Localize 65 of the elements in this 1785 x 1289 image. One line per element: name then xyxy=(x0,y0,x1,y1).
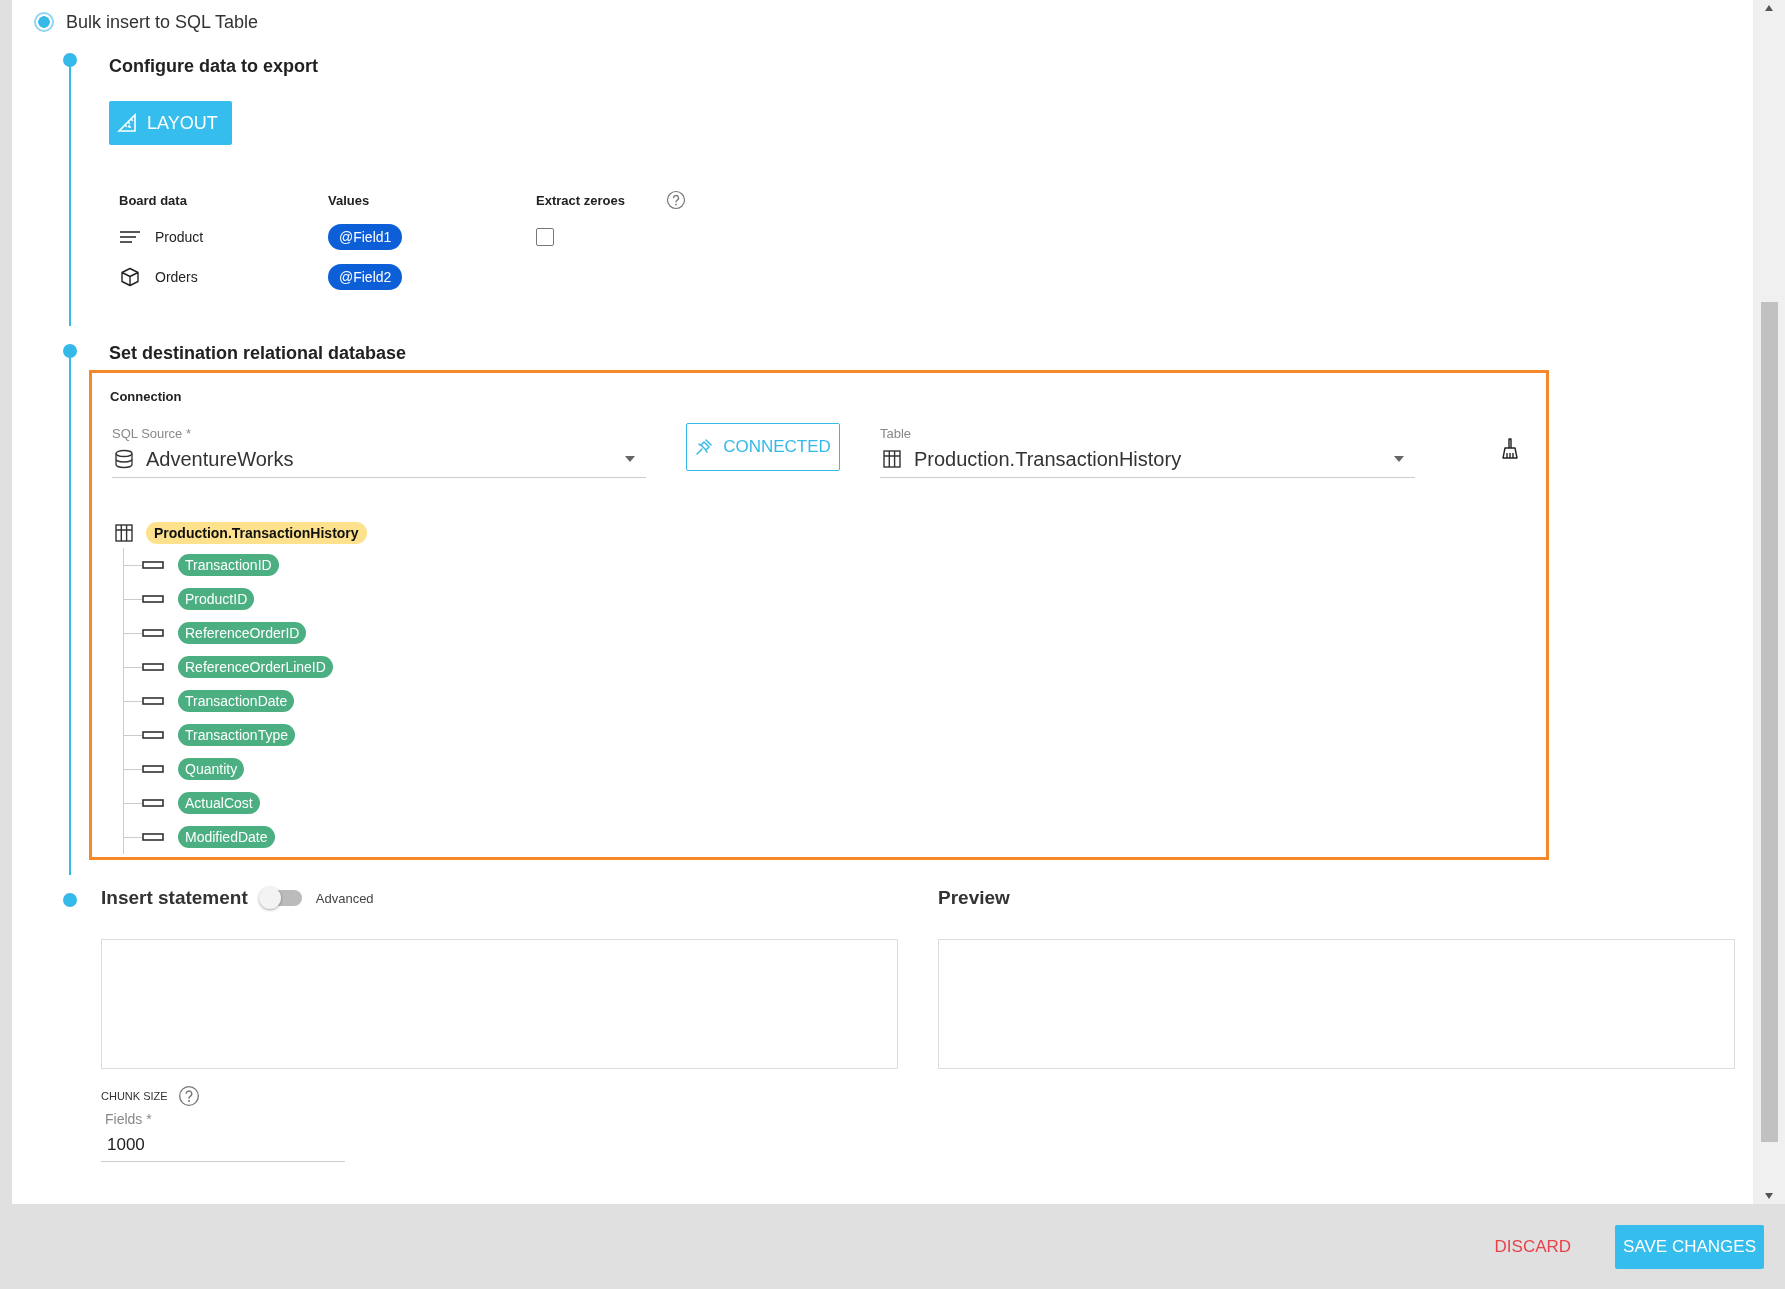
column-tag[interactable]: ProductID xyxy=(178,588,255,610)
sql-source-dropdown[interactable]: AdventureWorks xyxy=(112,441,646,478)
field-label: Fields * xyxy=(104,1111,153,1127)
advanced-toggle[interactable] xyxy=(261,890,302,906)
save-changes-button[interactable]: SAVE CHANGES xyxy=(1615,1224,1764,1269)
connection-heading: Connection xyxy=(110,389,183,404)
board-data-name: Product xyxy=(155,229,204,245)
column-icon xyxy=(142,561,164,569)
caret-icon xyxy=(1393,455,1405,463)
insert-statement-field[interactable] xyxy=(101,939,898,1069)
section-title: Insert statement xyxy=(101,887,248,909)
table-icon xyxy=(882,449,902,469)
cube-icon xyxy=(119,267,141,287)
section-title: Preview xyxy=(938,887,1010,909)
column-icon xyxy=(142,629,164,637)
field-label: Table xyxy=(880,426,913,441)
column-header: Board data xyxy=(119,191,188,210)
column-icon xyxy=(142,799,164,807)
radio-button[interactable] xyxy=(34,12,54,32)
help-icon[interactable] xyxy=(177,1085,200,1107)
scroll-up-icon[interactable] xyxy=(1764,4,1774,12)
scrollbar[interactable] xyxy=(1753,0,1785,1204)
table-dropdown[interactable]: Production.TransactionHistory xyxy=(880,441,1415,478)
database-icon xyxy=(114,449,134,469)
toggle-label: Advanced xyxy=(315,890,374,906)
caret-icon xyxy=(624,455,636,463)
plug-icon xyxy=(695,438,714,456)
table-tag[interactable]: Production.TransactionHistory xyxy=(146,522,367,544)
discard-button[interactable]: DISCARD xyxy=(1488,1235,1578,1258)
column-tag[interactable]: Quantity xyxy=(178,758,245,780)
section-title: Set destination relational database xyxy=(109,342,408,362)
column-icon xyxy=(142,765,164,773)
field-tag[interactable]: @Field2 xyxy=(328,264,403,290)
column-header: Extract zeroes xyxy=(536,191,626,210)
step-marker xyxy=(63,893,77,907)
connected-button[interactable]: CONNECTED xyxy=(686,423,840,471)
broom-icon[interactable] xyxy=(1500,438,1520,460)
field-label: SQL Source * xyxy=(112,426,192,441)
ruler-icon xyxy=(117,113,137,133)
layout-button[interactable]: LAYOUT xyxy=(109,101,232,145)
scroll-down-icon[interactable] xyxy=(1764,1192,1774,1200)
column-tag[interactable]: ReferenceOrderID xyxy=(178,622,307,644)
extract-zeroes-checkbox[interactable] xyxy=(536,228,554,246)
table-icon xyxy=(114,523,134,543)
board-data-name: Orders xyxy=(155,269,198,285)
column-icon xyxy=(142,663,164,671)
column-tag[interactable]: TransactionID xyxy=(178,554,279,576)
scrollbar-thumb[interactable] xyxy=(1760,302,1778,1142)
column-icon xyxy=(142,595,164,603)
section-title: Configure data to export xyxy=(109,56,319,77)
fields-input[interactable]: 1000 xyxy=(101,1129,345,1162)
option-label: Bulk insert to SQL Table xyxy=(66,11,259,33)
column-tag[interactable]: ModifiedDate xyxy=(178,826,275,848)
column-tag[interactable]: ActualCost xyxy=(178,792,260,814)
column-tag[interactable]: TransactionDate xyxy=(178,690,295,712)
column-icon xyxy=(142,697,164,705)
column-tag[interactable]: ReferenceOrderLineID xyxy=(178,656,333,678)
chunk-size-label: CHUNK SIZE xyxy=(101,1090,168,1102)
column-icon xyxy=(142,731,164,739)
column-tag[interactable]: TransactionType xyxy=(178,724,295,746)
text-lines-icon xyxy=(119,229,141,245)
field-tag[interactable]: @Field1 xyxy=(328,224,403,250)
column-header: Values xyxy=(328,191,371,210)
help-icon[interactable] xyxy=(666,190,686,210)
column-icon xyxy=(142,833,164,841)
